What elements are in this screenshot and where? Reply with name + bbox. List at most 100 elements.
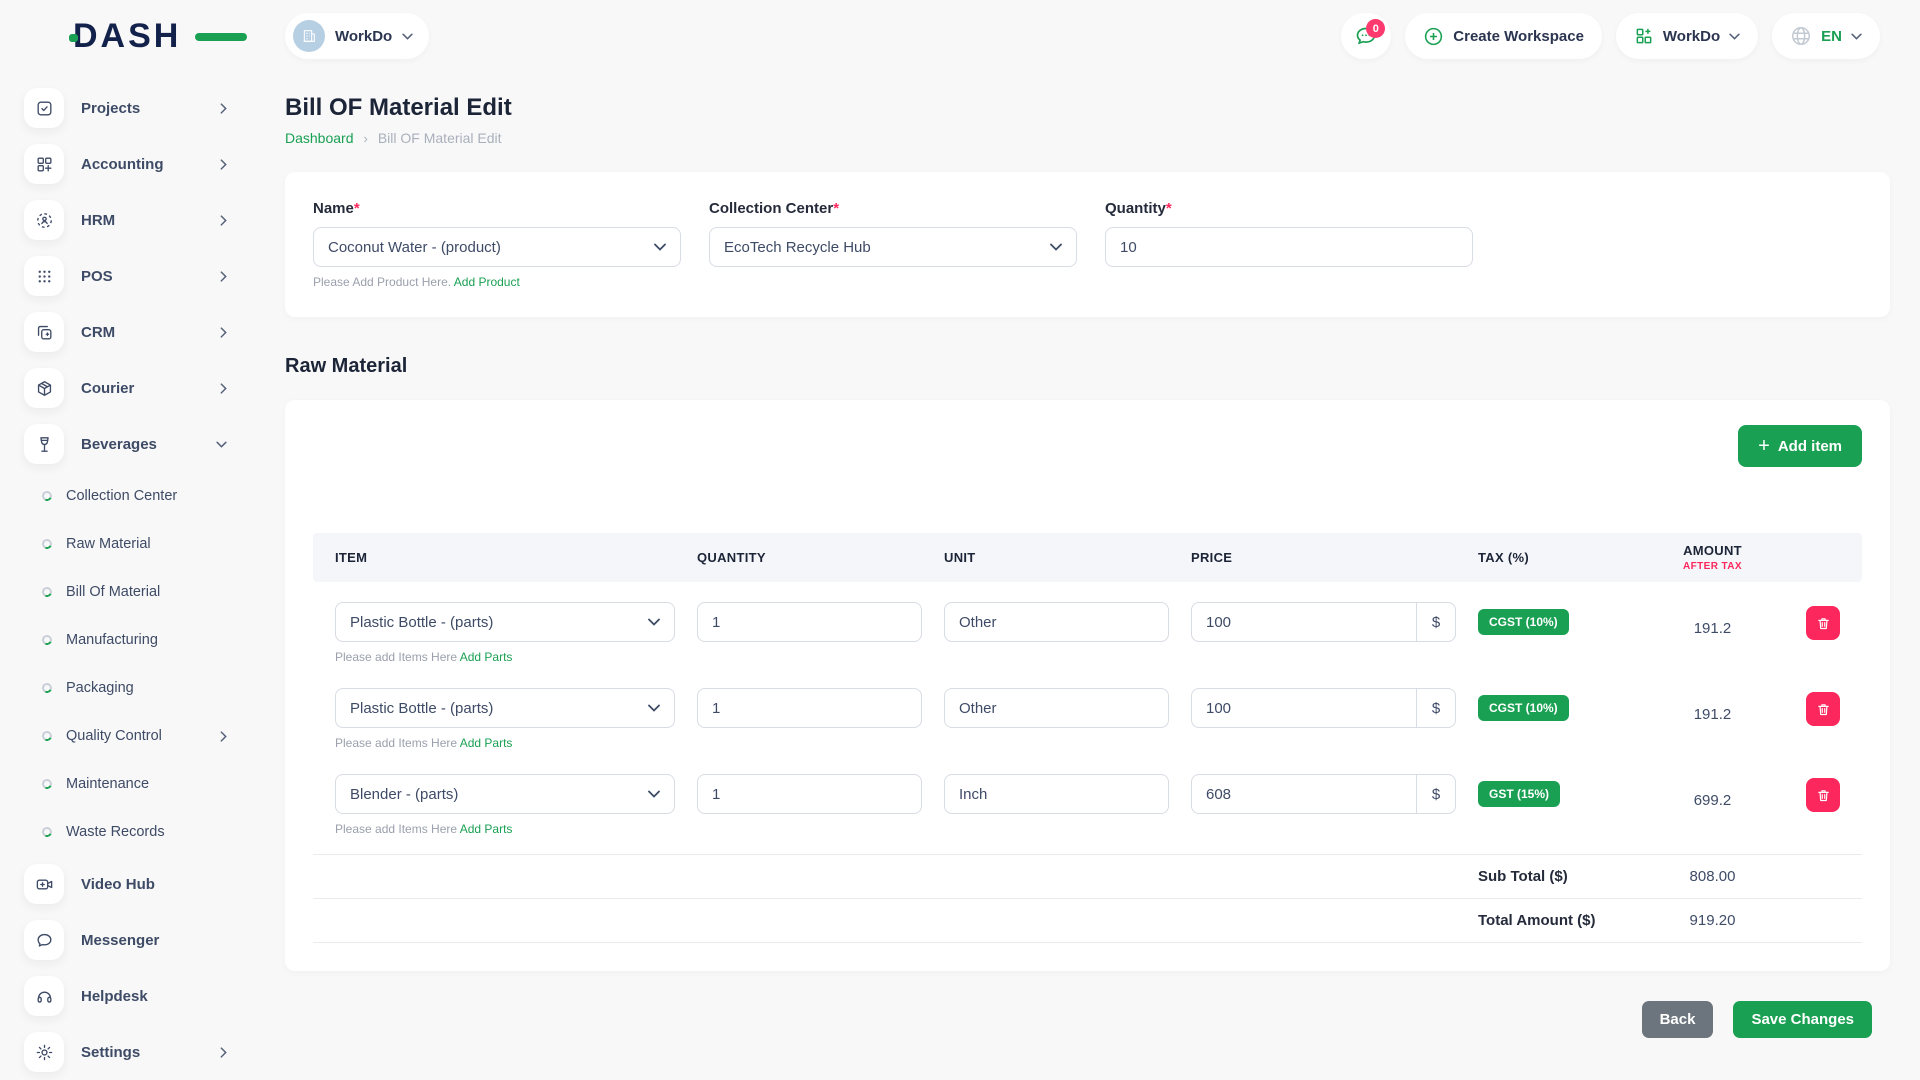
row-price-group: $ — [1191, 688, 1456, 728]
currency-suffix: $ — [1416, 688, 1456, 728]
required-asterisk: * — [1166, 200, 1172, 217]
collection-center-select[interactable]: EcoTech Recycle Hub — [709, 227, 1077, 267]
sidebar-item-hrm[interactable]: HRM — [24, 192, 255, 248]
sidebar-item-courier[interactable]: Courier — [24, 360, 255, 416]
category-icon — [24, 144, 64, 184]
sidebar-item-messenger[interactable]: Messenger — [24, 912, 255, 968]
item-select-value: Plastic Bottle - (parts) — [350, 614, 493, 631]
delete-row-button[interactable] — [1806, 778, 1840, 812]
trash-icon — [1816, 702, 1831, 717]
breadcrumb-separator-icon: › — [364, 131, 368, 146]
sidebar-subitem-collection-center[interactable]: Collection Center — [24, 472, 255, 520]
plus-icon: + — [1758, 436, 1770, 456]
checkbox-icon — [24, 88, 64, 128]
breadcrumb-dashboard-link[interactable]: Dashboard — [285, 130, 354, 146]
row-price-input[interactable] — [1191, 688, 1416, 728]
sidebar-subitem-bill-of-material[interactable]: Bill Of Material — [24, 568, 255, 616]
create-workspace-button[interactable]: Create Workspace — [1405, 13, 1602, 59]
name-select[interactable]: Coconut Water - (product) — [313, 227, 681, 267]
sidebar-subitem-manufacturing[interactable]: Manufacturing — [24, 616, 255, 664]
sidebar: Projects Accounting HRM POS CRM Cou — [0, 72, 255, 1080]
bullet-icon — [41, 634, 54, 647]
language-selector[interactable]: EN — [1772, 13, 1880, 59]
add-parts-link[interactable]: Add Parts — [460, 736, 513, 750]
save-changes-button[interactable]: Save Changes — [1733, 1001, 1872, 1038]
required-asterisk: * — [354, 200, 360, 217]
add-parts-link[interactable]: Add Parts — [460, 650, 513, 664]
delete-row-button[interactable] — [1806, 606, 1840, 640]
quantity-field-group: Quantity* — [1105, 200, 1473, 289]
sidebar-item-video-hub[interactable]: Video Hub — [24, 856, 255, 912]
quantity-label: Quantity* — [1105, 200, 1473, 217]
col-header-price: PRICE — [1191, 550, 1456, 565]
sidebar-subitem-packaging[interactable]: Packaging — [24, 664, 255, 712]
sidebar-item-helpdesk[interactable]: Helpdesk — [24, 968, 255, 1024]
row-quantity-input[interactable] — [697, 602, 922, 642]
sidebar-subitem-waste-records[interactable]: Waste Records — [24, 808, 255, 856]
chevron-down-icon — [1729, 33, 1740, 40]
row-unit-input[interactable] — [944, 688, 1169, 728]
wine-glass-icon — [24, 424, 64, 464]
add-parts-link[interactable]: Add Parts — [460, 822, 513, 836]
raw-material-section-title: Raw Material — [285, 355, 1890, 378]
chevron-down-icon — [1050, 243, 1062, 251]
messages-button[interactable]: 0 — [1341, 13, 1391, 59]
item-select[interactable]: Plastic Bottle - (parts) — [335, 602, 675, 642]
sidebar-item-projects[interactable]: Projects — [24, 80, 255, 136]
total-amount-value: 919.20 — [1660, 912, 1765, 929]
header-actions: 0 Create Workspace WorkDo EN — [1341, 13, 1880, 59]
row-unit-input[interactable] — [944, 602, 1169, 642]
sidebar-subitem-label: Waste Records — [66, 824, 255, 840]
row-price-input[interactable] — [1191, 602, 1416, 642]
name-helper: Please Add Product Here. Add Product — [313, 275, 681, 289]
quantity-input[interactable] — [1105, 227, 1473, 267]
add-product-link[interactable]: Add Product — [454, 275, 520, 289]
sidebar-item-label: Video Hub — [81, 876, 255, 893]
back-button[interactable]: Back — [1642, 1001, 1714, 1038]
subtotal-label: Sub Total ($) — [1478, 868, 1638, 885]
sidebar-item-label: POS — [81, 268, 203, 285]
sidebar-item-label: Courier — [81, 380, 203, 397]
bom-form-card: Name* Coconut Water - (product) Please A… — [285, 172, 1890, 317]
sidebar-item-crm[interactable]: CRM — [24, 304, 255, 360]
sidebar-subitem-raw-material[interactable]: Raw Material — [24, 520, 255, 568]
sidebar-item-accounting[interactable]: Accounting — [24, 136, 255, 192]
chevron-down-icon — [648, 704, 660, 712]
sidebar-item-pos[interactable]: POS — [24, 248, 255, 304]
row-price-input[interactable] — [1191, 774, 1416, 814]
chevron-down-icon — [402, 33, 413, 40]
chevron-right-icon — [220, 215, 227, 226]
sidebar-item-beverages[interactable]: Beverages — [24, 416, 255, 472]
row-quantity-input[interactable] — [697, 688, 922, 728]
sidebar-item-label: Accounting — [81, 156, 203, 173]
currency-suffix: $ — [1416, 774, 1456, 814]
sidebar-subitem-label: Bill Of Material — [66, 584, 255, 600]
item-select[interactable]: Blender - (parts) — [335, 774, 675, 814]
add-item-button[interactable]: + Add item — [1738, 425, 1862, 467]
row-unit-input[interactable] — [944, 774, 1169, 814]
chevron-right-icon — [220, 731, 227, 742]
item-select[interactable]: Plastic Bottle - (parts) — [335, 688, 675, 728]
workdo-menu-button[interactable]: WorkDo — [1616, 13, 1758, 59]
sidebar-subitem-maintenance[interactable]: Maintenance — [24, 760, 255, 808]
row-amount: 191.2 — [1660, 620, 1765, 637]
chevron-down-icon — [654, 243, 666, 251]
form-actions: Back Save Changes — [285, 1001, 1890, 1038]
trash-icon — [1816, 616, 1831, 631]
raw-material-card: + Add item ITEM QUANTITY UNIT PRICE TAX … — [285, 400, 1890, 971]
gear-icon — [24, 1032, 64, 1072]
sidebar-subitem-label: Maintenance — [66, 776, 255, 792]
bullet-icon — [41, 778, 54, 791]
package-icon — [24, 368, 64, 408]
sidebar-item-settings[interactable]: Settings — [24, 1024, 255, 1080]
sidebar-subitem-quality-control[interactable]: Quality Control — [24, 712, 255, 760]
row-quantity-input[interactable] — [697, 774, 922, 814]
copy-icon — [24, 312, 64, 352]
dots-grid-icon — [24, 256, 64, 296]
workspace-switcher[interactable]: WorkDo — [285, 13, 429, 59]
person-frame-icon — [24, 200, 64, 240]
row-price-group: $ — [1191, 602, 1456, 642]
delete-row-button[interactable] — [1806, 692, 1840, 726]
sidebar-item-label: CRM — [81, 324, 203, 341]
grid-plus-icon — [1634, 26, 1654, 46]
